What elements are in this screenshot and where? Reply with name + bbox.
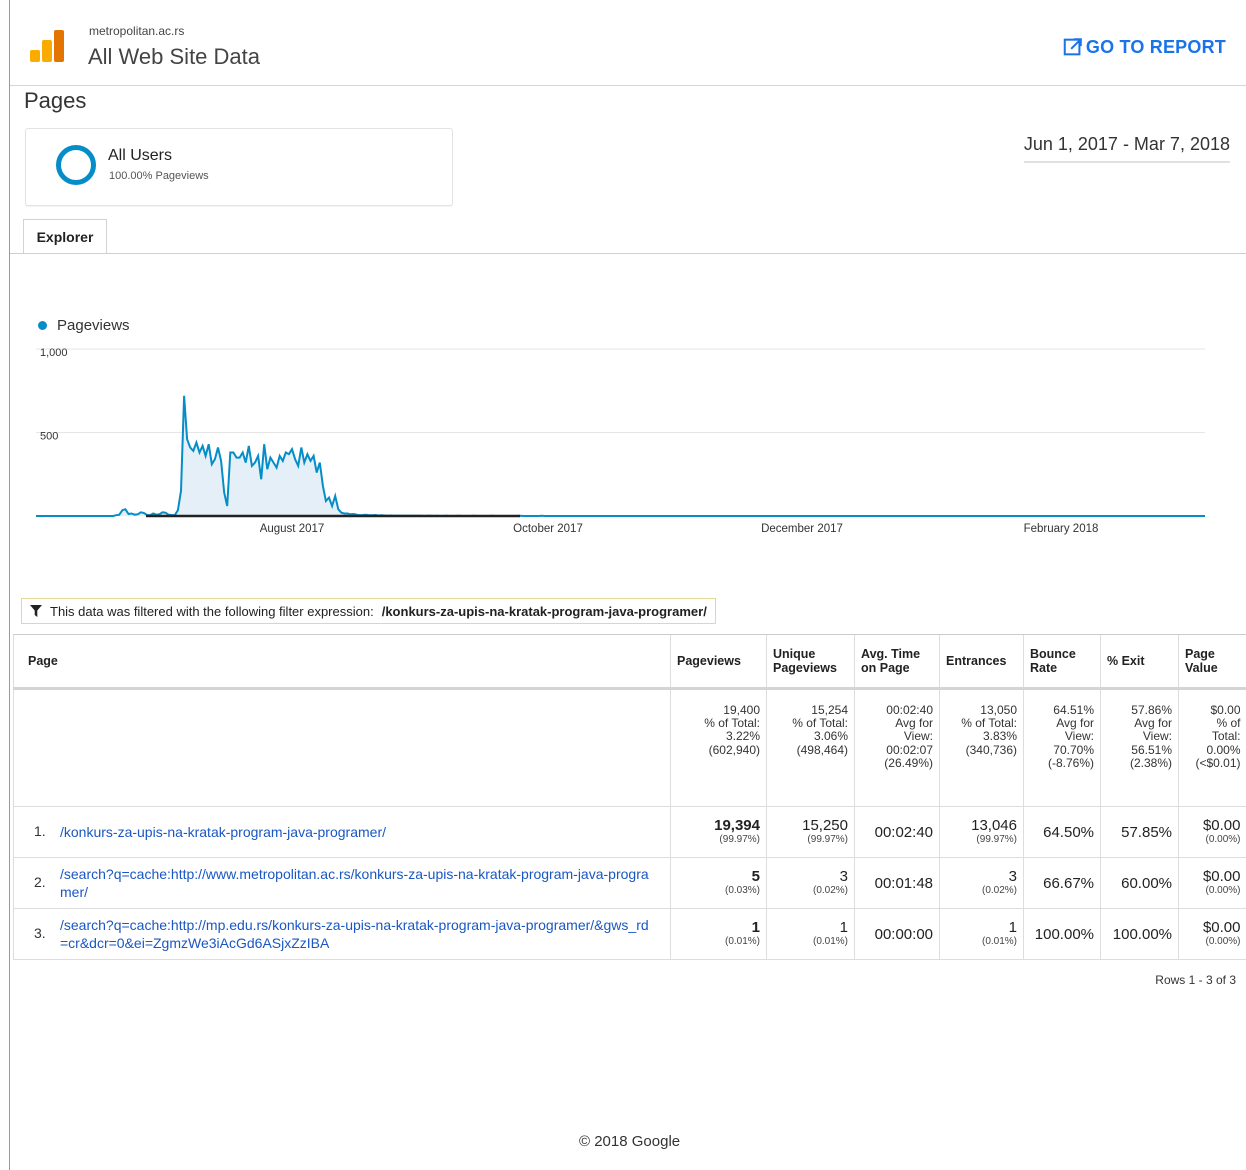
table-row: 3. /search?q=cache:http://mp.edu.rs/konku… xyxy=(13,908,1246,960)
table-header-row: Page Pageviews Unique Pageviews Avg. Tim… xyxy=(13,634,1246,690)
exit-cell: 57.85% xyxy=(1100,806,1179,858)
page-link[interactable]: /search?q=cache:http://www.metropolitan.… xyxy=(60,865,650,901)
totals-bounce-rate: 64.51% Avg for View: 70.70% (-8.76%) xyxy=(1023,688,1101,807)
column-header-unique-pageviews[interactable]: Unique Pageviews xyxy=(766,634,855,690)
column-header-page[interactable]: Page xyxy=(13,634,671,690)
column-header-avg-time[interactable]: Avg. Time on Page xyxy=(854,634,940,690)
column-header-entrances[interactable]: Entrances xyxy=(939,634,1024,690)
pageviews-cell: 1 (0.01%) xyxy=(670,908,767,960)
y-tick-label: 500 xyxy=(40,431,58,443)
page-value-cell: $0.00 (0.00%) xyxy=(1178,908,1246,960)
filter-note: This data was filtered with the followin… xyxy=(21,598,716,624)
footer-copyright: © 2018 Google xyxy=(579,1133,681,1150)
bounce-rate-cell: 100.00% xyxy=(1023,908,1101,960)
column-header-pageviews[interactable]: Pageviews xyxy=(670,634,767,690)
row-number: 2. xyxy=(34,873,46,890)
page-cell: 2. /search?q=cache:http://www.metropolita… xyxy=(13,857,671,909)
entrances-cell: 3 (0.02%) xyxy=(939,857,1024,909)
table-row: 2. /search?q=cache:http://www.metropolita… xyxy=(13,857,1246,909)
filter-label: This data was filtered with the followin… xyxy=(50,603,374,619)
column-header-exit[interactable]: % Exit xyxy=(1100,634,1179,690)
unique-pageviews-cell: 1 (0.01%) xyxy=(766,908,855,960)
page-link[interactable]: /search?q=cache:http://mp.edu.rs/konkurs… xyxy=(60,916,650,952)
table-row: 1. /konkurs-za-upis-na-kratak-program-jav… xyxy=(13,806,1246,858)
pageviews-cell: 5 (0.03%) xyxy=(670,857,767,909)
avg-time-cell: 00:00:00 xyxy=(854,908,940,960)
x-tick-label: December 2017 xyxy=(761,523,843,535)
row-number: 1. xyxy=(34,822,46,839)
x-tick-label: October 2017 xyxy=(513,523,583,535)
unique-pageviews-cell: 3 (0.02%) xyxy=(766,857,855,909)
avg-time-cell: 00:02:40 xyxy=(854,806,940,858)
totals-entrances: 13,050 % of Total: 3.83% (340,736) xyxy=(939,688,1024,807)
pageviews-cell: 19,394 (99.97%) xyxy=(670,806,767,858)
totals-avg-time: 00:02:40 Avg for View: 00:02:07 (26.49%) xyxy=(854,688,940,807)
page-value-cell: $0.00 (0.00%) xyxy=(1178,857,1246,909)
bounce-rate-cell: 64.50% xyxy=(1023,806,1101,858)
totals-row: 19,400 % of Total: 3.22% (602,940) 15,25… xyxy=(13,688,1246,807)
exit-cell: 100.00% xyxy=(1100,908,1179,960)
rows-info: Rows 1 - 3 of 3 xyxy=(1155,973,1236,987)
x-tick-label: February 2018 xyxy=(1024,523,1099,535)
bounce-rate-cell: 66.67% xyxy=(1023,857,1101,909)
page-cell: 1. /konkurs-za-upis-na-kratak-program-jav… xyxy=(13,806,671,858)
y-tick-label: 1,000 xyxy=(40,347,68,359)
data-table: Page Pageviews Unique Pageviews Avg. Tim… xyxy=(13,634,1246,960)
filter-expression: /konkurs-za-upis-na-kratak-program-java-… xyxy=(381,603,707,619)
page-cell: 3. /search?q=cache:http://mp.edu.rs/konku… xyxy=(13,908,671,960)
totals-unique-pageviews: 15,254 % of Total: 3.06% (498,464) xyxy=(766,688,855,807)
totals-exit: 57.86% Avg for View: 56.51% (2.38%) xyxy=(1100,688,1179,807)
x-tick-label: August 2017 xyxy=(260,523,325,535)
pageviews-chart: 1,000 500 August 2017 October 2017 December … xyxy=(36,347,1205,535)
entrances-cell: 1 (0.01%) xyxy=(939,908,1024,960)
totals-page-value: $0.00 % of Total: 0.00% (<$0.01) xyxy=(1178,688,1246,807)
totals-pageviews: 19,400 % of Total: 3.22% (602,940) xyxy=(670,688,767,807)
totals-page-cell xyxy=(13,688,671,807)
unique-pageviews-cell: 15,250 (99.97%) xyxy=(766,806,855,858)
page-value-cell: $0.00 (0.00%) xyxy=(1178,806,1246,858)
exit-cell: 60.00% xyxy=(1100,857,1179,909)
column-header-bounce-rate[interactable]: Bounce Rate xyxy=(1023,634,1101,690)
filter-icon xyxy=(30,605,42,617)
entrances-cell: 13,046 (99.97%) xyxy=(939,806,1024,858)
page-link[interactable]: /konkurs-za-upis-na-kratak-program-java-… xyxy=(60,823,650,841)
column-header-page-value[interactable]: Page Value xyxy=(1178,634,1246,690)
avg-time-cell: 00:01:48 xyxy=(854,857,940,909)
row-number: 3. xyxy=(34,924,46,941)
